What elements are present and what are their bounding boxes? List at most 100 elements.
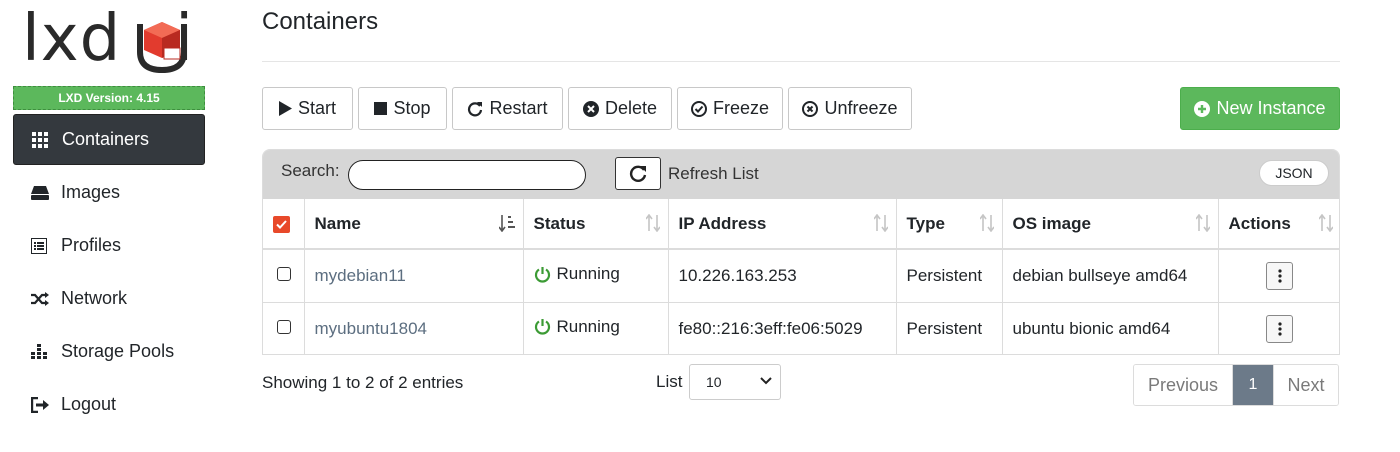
column-header-os-image[interactable]: OS image [1002,199,1219,249]
new-instance-button[interactable]: New Instance [1180,87,1340,130]
sign-out-icon [31,396,61,413]
database-icon [31,343,61,360]
sort-icon [1318,213,1334,237]
status-cell: Running [523,249,669,302]
search-label: Search: [281,161,340,180]
type-cell: Persistent [896,249,1003,302]
actions-cell [1218,302,1339,354]
sort-asc-icon [497,214,515,237]
sort-icon [872,213,889,237]
container-name-link[interactable]: myubuntu1804 [315,319,427,338]
lxdui-logo[interactable]: lxd i [22,2,202,84]
sidebar-item-label: Images [61,182,121,202]
sidebar-item-label: Network [61,288,128,308]
sort-icon [978,213,995,237]
table-row[interactable]: myubuntu1804 Running fe80::216:3eff:fe06… [263,302,1339,354]
check-circle-icon [690,100,707,117]
os-cell: ubuntu bionic amd64 [1002,302,1219,354]
refresh-list-label: Refresh List [668,164,759,183]
sidebar-item-logout[interactable]: Logout [13,379,205,430]
times-circle-icon [582,100,599,117]
sidebar: lxd i LXD Version: 4.15 Containers Images [0,0,220,452]
start-button[interactable]: Start [262,87,353,130]
column-header-ip-address[interactable]: IP Address [668,199,897,249]
delete-button[interactable]: Delete [568,87,672,130]
sidebar-item-containers[interactable]: Containers [13,114,205,165]
page-title: Containers [262,8,379,35]
hard-drive-icon [31,185,61,200]
ip-cell: 10.226.163.253 [668,249,897,302]
row-select-cell [263,249,305,302]
os-cell: debian bullseye amd64 [1002,249,1219,302]
select-all-checkbox[interactable] [273,215,290,233]
sort-icon [1194,213,1211,237]
sort-icon [644,213,661,237]
freeze-button[interactable]: Freeze [677,87,783,130]
next-page-button[interactable]: Next [1273,365,1338,405]
logo-text: lxd [22,2,122,76]
entries-info: Showing 1 to 2 of 2 entries [262,373,464,392]
select-all-cell [263,199,305,249]
row-actions-button[interactable] [1266,261,1294,290]
column-header-actions[interactable]: Actions [1218,199,1339,249]
row-actions-button[interactable] [1266,314,1294,343]
grid-icon [32,131,62,148]
row-select-cell [263,302,305,354]
current-page-button[interactable]: 1 [1233,365,1273,405]
pagination: Previous 1 Next [1133,364,1339,406]
shuffle-icon [31,291,61,306]
column-header-type[interactable]: Type [896,199,1003,249]
version-badge: LXD Version: 4.15 [13,86,205,110]
sidebar-item-label: Containers [62,129,150,149]
containers-panel: Search: Refresh List JSON Name Status IP… [262,149,1340,355]
sidebar-nav: Containers Images Profiles Network Stora… [13,114,205,432]
row-checkbox[interactable] [277,266,291,281]
ip-cell: fe80::216:3eff:fe06:5029 [668,302,897,354]
row-checkbox[interactable] [277,319,291,334]
plus-circle-icon [1194,100,1211,117]
sidebar-item-storage-pools[interactable]: Storage Pools [13,326,205,377]
page-size-select[interactable]: 10 [689,364,781,400]
play-icon [278,101,292,116]
sidebar-item-label: Storage Pools [61,341,175,361]
stop-icon [374,102,388,115]
name-cell: myubuntu1804 [304,302,524,354]
power-icon [534,319,550,335]
refresh-icon [468,101,483,116]
unfreeze-button[interactable]: Unfreeze [788,87,912,130]
table-row[interactable]: mydebian11 Running 10.226.163.253 Persis… [263,249,1339,302]
title-divider [262,61,1340,62]
sidebar-item-label: Profiles [61,235,122,255]
status-cell: Running [523,302,669,354]
power-icon [534,266,550,283]
cube-logo-icon [137,22,187,74]
actions-cell [1218,249,1339,302]
ellipsis-vertical-icon [1278,269,1282,283]
column-header-name[interactable]: Name [304,199,524,249]
refresh-list-button[interactable] [615,157,661,190]
page-size-value: 10 [706,374,722,390]
chevron-down-icon [760,377,772,385]
page-size-label: List [656,372,683,391]
stop-button[interactable]: Stop [358,87,447,130]
sidebar-item-network[interactable]: Network [13,273,205,324]
json-button[interactable]: JSON [1259,160,1329,186]
sidebar-item-images[interactable]: Images [13,167,205,218]
check-icon [276,219,287,229]
toolbar: Start Stop Restart Delete Freeze Unfreez… [262,87,1340,130]
status-text: Running [556,316,620,336]
previous-page-button[interactable]: Previous [1134,365,1233,405]
type-cell: Persistent [896,302,1003,354]
table-header-row: Name Status IP Address Type OS image Act… [263,199,1339,249]
restart-button[interactable]: Restart [452,87,563,130]
ellipsis-vertical-icon [1278,321,1282,336]
containers-table: Name Status IP Address Type OS image Act… [263,199,1339,354]
name-cell: mydebian11 [304,249,524,302]
column-header-status[interactable]: Status [523,199,669,249]
list-icon [31,237,61,254]
status-text: Running [556,264,620,283]
times-circle-outline-icon [802,100,819,117]
container-name-link[interactable]: mydebian11 [315,266,406,285]
search-input[interactable] [348,160,586,190]
sidebar-item-profiles[interactable]: Profiles [13,220,205,271]
